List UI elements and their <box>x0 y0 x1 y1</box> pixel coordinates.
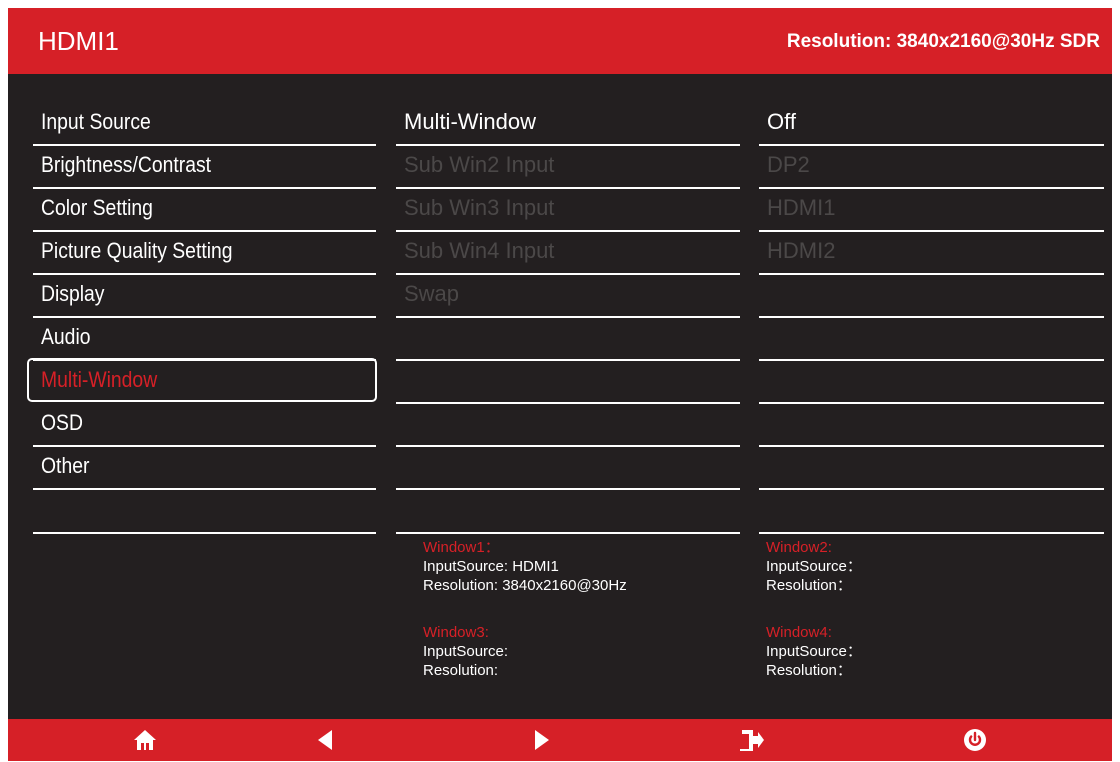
value-sub-win3-input: HDMI1 <box>759 188 1104 232</box>
menu-item-osd[interactable]: OSD <box>33 403 376 447</box>
window3-info: Window3: InputSource: Resolution: <box>423 623 508 680</box>
menu-item-brightness-contrast[interactable]: Brightness/Contrast <box>33 145 376 189</box>
value-label: HDMI2 <box>767 238 836 263</box>
menu-item-label: OSD <box>41 410 83 435</box>
menu-item-label: Display <box>41 281 105 306</box>
menu-divider <box>33 490 376 534</box>
window4-title: Window4: <box>766 624 832 641</box>
window2-resolution: Resolution： <box>766 577 852 594</box>
window3-input-source: InputSource: <box>423 643 509 660</box>
menu-item-picture-quality[interactable]: Picture Quality Setting <box>33 231 376 275</box>
menu-item-input-source[interactable]: Input Source <box>33 102 376 146</box>
menu-item-audio[interactable]: Audio <box>33 317 376 361</box>
exit-button[interactable] <box>727 719 777 761</box>
menu-item-display[interactable]: Display <box>33 274 376 318</box>
window2-info: Window2: InputSource： Resolution： <box>766 538 862 595</box>
value-empty-row <box>759 490 1104 534</box>
submenu-item-label: Sub Win4 Input <box>404 238 555 263</box>
submenu-item-swap: Swap <box>396 274 740 318</box>
menu-item-multi-window[interactable]: Multi-Window <box>33 360 376 404</box>
value-label: HDMI1 <box>767 195 836 220</box>
submenu-empty-row <box>396 360 740 404</box>
resolution-info: Resolution: 3840x2160@30Hz SDR <box>786 31 1100 52</box>
window2-input-source: InputSource： <box>766 558 862 575</box>
submenu-item-label: Sub Win3 Input <box>404 195 555 220</box>
submenu-item-label: Sub Win2 Input <box>404 152 555 177</box>
left-arrow-icon <box>318 730 332 750</box>
right-button[interactable] <box>517 719 567 761</box>
window3-resolution: Resolution: <box>423 662 499 679</box>
value-empty-row <box>759 274 1104 318</box>
window4-input-source: InputSource： <box>766 643 862 660</box>
value-sub-win2-input: DP2 <box>759 145 1104 189</box>
value-label: Off <box>767 109 796 134</box>
window3-title: Window3: <box>423 624 489 641</box>
value-empty-row <box>759 360 1104 404</box>
value-label: DP2 <box>767 152 810 177</box>
submenu-empty-row <box>396 317 740 361</box>
header-bar: HDMI1 Resolution: 3840x2160@30Hz SDR <box>8 8 1112 74</box>
window4-resolution: Resolution： <box>766 662 852 679</box>
menu-item-label: Other <box>41 453 90 478</box>
window1-input-source: InputSource: HDMI1 <box>423 558 559 575</box>
osd-menu: HDMI1 Resolution: 3840x2160@30Hz SDR Inp… <box>8 8 1112 761</box>
menu-item-label: Picture Quality Setting <box>41 238 233 263</box>
submenu-item-label: Swap <box>404 281 460 306</box>
submenu-item-sub-win4-input: Sub Win4 Input <box>396 231 740 275</box>
window1-title: Window1： <box>423 539 500 556</box>
submenu-item-multi-window[interactable]: Multi-Window <box>396 102 740 146</box>
value-sub-win4-input: HDMI2 <box>759 231 1104 275</box>
menu-item-label: Color Setting <box>41 195 153 220</box>
submenu-item-label: Multi-Window <box>404 109 537 134</box>
home-button[interactable] <box>120 719 170 761</box>
menu-item-label: Audio <box>41 324 91 349</box>
submenu-empty-row <box>396 446 740 490</box>
left-button[interactable] <box>300 719 350 761</box>
exit-icon <box>740 730 764 751</box>
power-button[interactable] <box>950 719 1000 761</box>
submenu-empty-row <box>396 403 740 447</box>
menu-item-label: Input Source <box>41 109 151 134</box>
footer-bar <box>8 719 1112 761</box>
menu-item-label: Multi-Window <box>41 367 158 392</box>
home-icon <box>134 730 156 750</box>
power-icon <box>964 729 986 751</box>
menu-item-label: Brightness/Contrast <box>41 152 212 177</box>
right-arrow-icon <box>535 730 549 750</box>
menu-item-color-setting[interactable]: Color Setting <box>33 188 376 232</box>
value-multi-window[interactable]: Off <box>759 102 1104 146</box>
submenu-item-sub-win3-input: Sub Win3 Input <box>396 188 740 232</box>
value-empty-row <box>759 317 1104 361</box>
current-input-label: HDMI1 <box>38 26 119 56</box>
submenu-item-sub-win2-input: Sub Win2 Input <box>396 145 740 189</box>
value-empty-row <box>759 446 1104 490</box>
menu-item-other[interactable]: Other <box>33 446 376 490</box>
window1-resolution: Resolution: 3840x2160@30Hz <box>423 577 627 594</box>
submenu-empty-row <box>396 490 740 534</box>
window4-info: Window4: InputSource： Resolution： <box>766 623 862 680</box>
window2-title: Window2: <box>766 539 832 556</box>
value-empty-row <box>759 403 1104 447</box>
window1-info: Window1： InputSource: HDMI1 Resolution: … <box>423 538 627 595</box>
